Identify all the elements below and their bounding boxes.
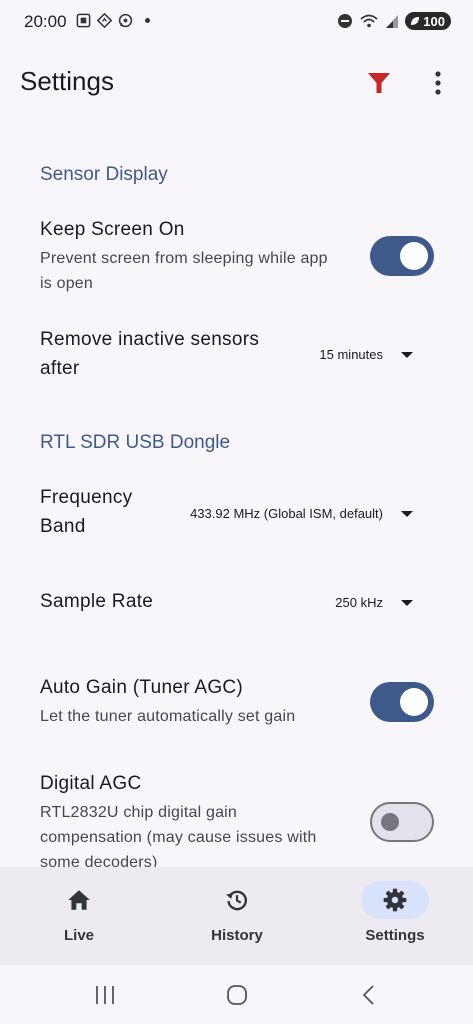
pref-summary: is open [40, 275, 93, 292]
back-icon[interactable] [357, 983, 381, 1007]
pref-summary: RTL2832U chip digital gain [40, 804, 238, 821]
chevron-down-icon[interactable] [401, 600, 413, 606]
digital-agc-switch[interactable] [370, 802, 434, 842]
nav-label: Settings [365, 927, 425, 944]
battery-level: 100 [423, 13, 445, 29]
pref-summary: Let the tuner automatically set gain [40, 708, 296, 725]
chevron-down-icon[interactable] [401, 511, 413, 517]
whatsapp-icon [118, 13, 133, 28]
signal-icon [386, 15, 399, 28]
battery-saver-icon [411, 17, 420, 25]
screenshot-icon [76, 13, 91, 28]
more-vert-icon[interactable] [426, 68, 450, 98]
home-icon [68, 890, 90, 910]
pref-title: Frequency [40, 487, 133, 508]
gear-icon [383, 888, 407, 912]
dnd-icon [338, 14, 353, 28]
remove-inactive-dropdown[interactable]: 15 minutes [319, 347, 383, 362]
pref-summary: Prevent screen from sleeping while app [40, 250, 328, 267]
history-icon [226, 890, 248, 911]
status-bar: 20:00 100 [0, 0, 473, 44]
nav-label: History [211, 927, 263, 944]
pref-title: Band [40, 516, 86, 537]
nav-item-live[interactable]: Live [0, 867, 158, 965]
nav-label: Live [63, 927, 94, 944]
pref-title: Keep Screen On [40, 219, 185, 240]
filter-icon[interactable] [364, 70, 394, 96]
battery-indicator: 100 [405, 12, 451, 30]
keep-screen-on-switch[interactable] [370, 236, 434, 276]
section-header-rtl-sdr: RTL SDR USB Dongle [40, 432, 231, 453]
pref-summary: compensation (may cause issues with [40, 829, 317, 846]
pref-title: Remove inactive sensors [40, 329, 260, 350]
pref-title: Digital AGC [40, 773, 142, 794]
pref-title: after [40, 358, 80, 379]
system-navigation-bar [0, 965, 473, 1024]
nav-item-history[interactable]: History [158, 867, 316, 965]
nav-item-settings[interactable]: Settings [316, 867, 473, 965]
section-header-sensor-display: Sensor Display [40, 164, 168, 185]
home-button-icon[interactable] [225, 983, 249, 1007]
more-notifications-dot [145, 18, 150, 23]
app-bar: Settings [0, 58, 473, 108]
system-status-icons: 100 [337, 12, 451, 30]
pref-title: Auto Gain (Tuner AGC) [40, 677, 244, 698]
settings-list[interactable]: Sensor Display Keep Screen On Prevent sc… [0, 140, 473, 867]
navigation-icon [97, 13, 112, 28]
bottom-navigation: Live History Settings [0, 867, 473, 965]
auto-gain-switch[interactable] [370, 682, 434, 722]
switch-thumb [400, 242, 428, 270]
pref-summary: some decoders) [40, 854, 158, 867]
switch-thumb [381, 813, 399, 831]
wifi-icon [360, 14, 378, 28]
switch-thumb [400, 688, 428, 716]
pref-title: Sample Rate [40, 591, 154, 612]
notification-icons [76, 13, 150, 28]
sample-rate-dropdown[interactable]: 250 kHz [335, 595, 383, 610]
recent-apps-icon[interactable] [93, 983, 117, 1007]
frequency-band-dropdown[interactable]: 433.92 MHz (Global ISM, default) [190, 506, 383, 521]
status-time: 20:00 [24, 12, 67, 31]
chevron-down-icon[interactable] [401, 352, 413, 358]
page-title: Settings [20, 66, 114, 96]
